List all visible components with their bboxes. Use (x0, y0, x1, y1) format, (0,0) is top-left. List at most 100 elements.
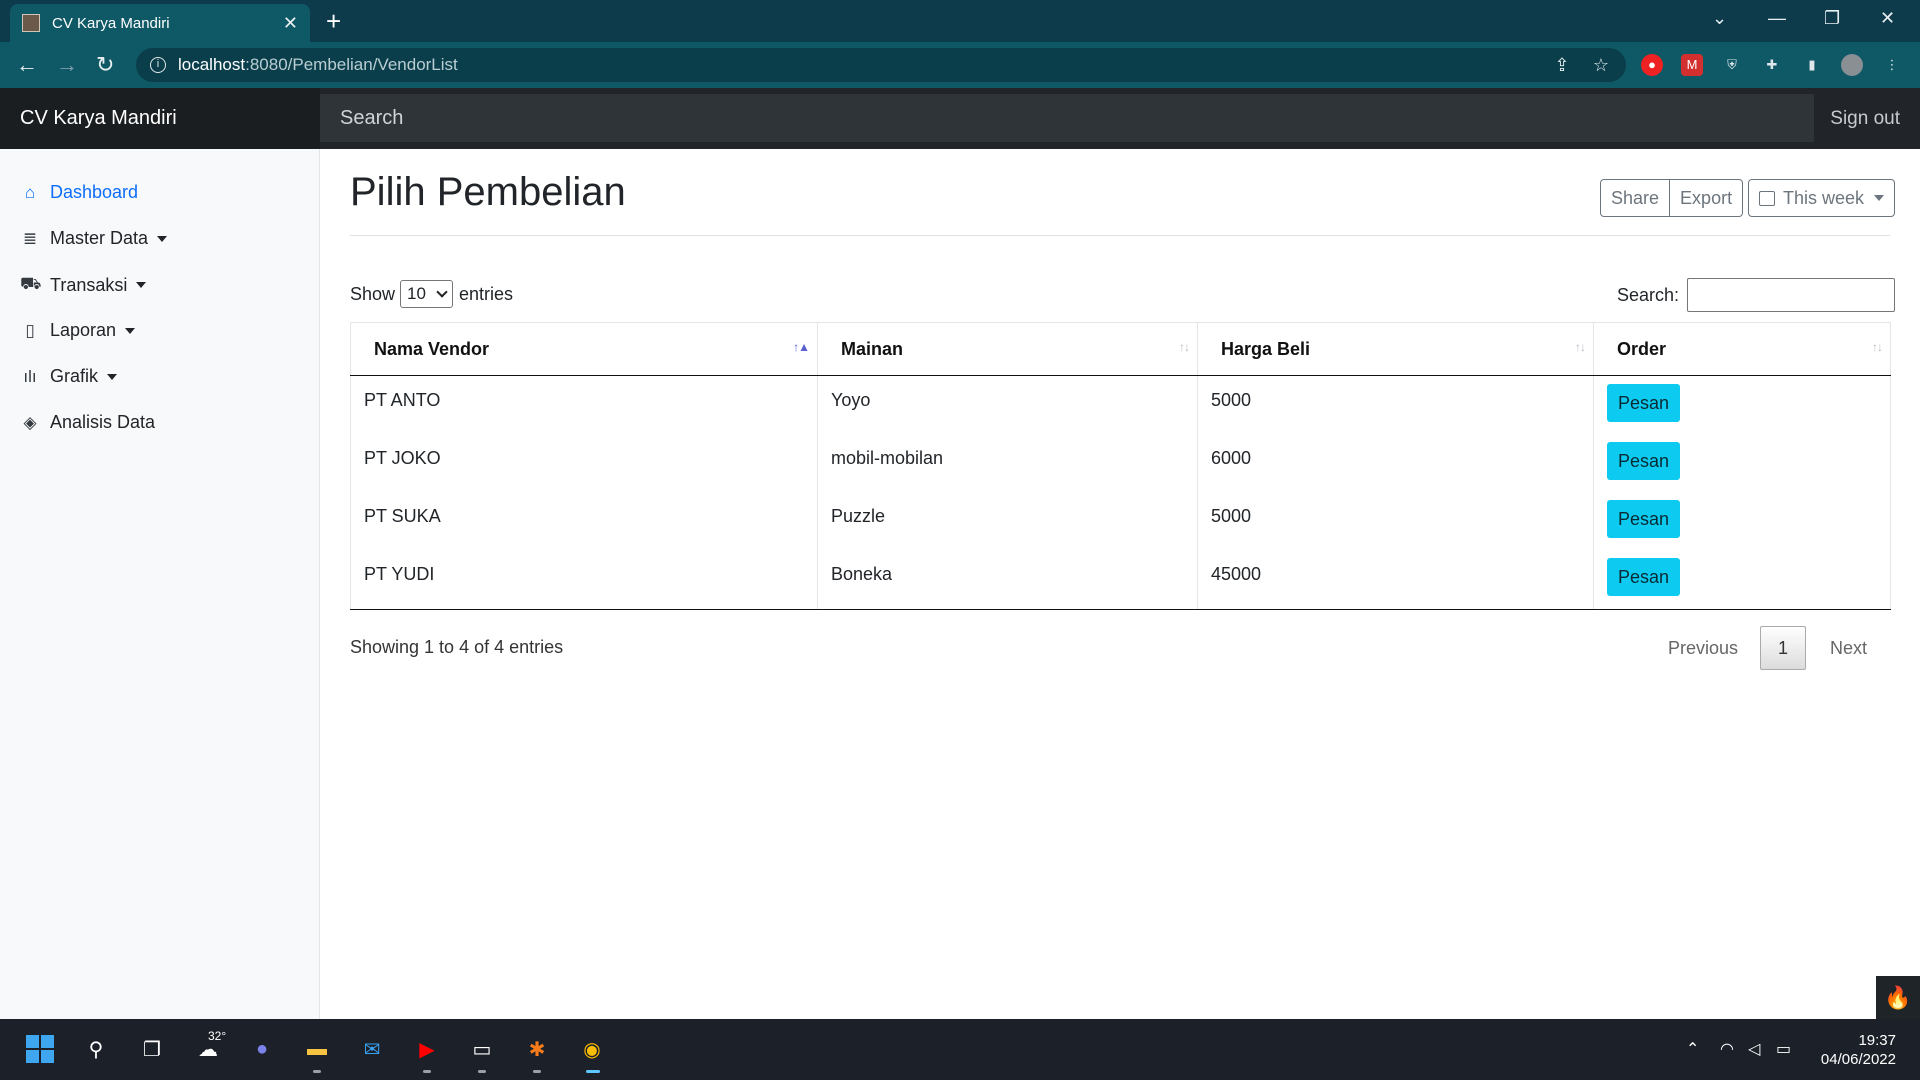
address-bar[interactable]: i localhost:8080/Pembelian/VendorList (136, 48, 1626, 82)
cell-vendor: PT JOKO (350, 433, 818, 492)
page-title: Pilih Pembelian (350, 170, 626, 214)
cell-harga: 5000 (1197, 375, 1594, 434)
chrome-icon[interactable]: ◉ (576, 1033, 608, 1065)
url-host: localhost (178, 55, 246, 74)
back-icon[interactable]: ← (16, 52, 38, 78)
wifi-icon[interactable]: ◠ (1720, 1039, 1734, 1059)
table-search-input[interactable] (1687, 278, 1896, 312)
extensions-puzzle-icon[interactable]: ✚ (1761, 54, 1783, 76)
sidebar-item-analisis-data[interactable]: ◈ Analisis Data (20, 412, 155, 433)
caret-down-icon (1874, 195, 1885, 201)
cell-mainan: Yoyo (817, 375, 1198, 434)
share-export-group: Share Export (1600, 179, 1744, 217)
xampp-icon[interactable]: ✱ (521, 1033, 553, 1065)
debug-toolbar-flame-icon[interactable]: 🔥 (1876, 976, 1920, 1020)
search-icon[interactable]: ⚲ (80, 1033, 112, 1065)
navbar-search-input[interactable]: Search (320, 94, 1814, 142)
forward-icon[interactable]: → (56, 52, 78, 78)
cell-harga: 6000 (1197, 433, 1594, 492)
youtube-icon[interactable]: ▶ (411, 1033, 443, 1065)
column-header-label: Nama Vendor (374, 338, 490, 359)
clock-time: 19:37 (1858, 1032, 1896, 1049)
system-clock[interactable]: 19:37 04/06/2022 (1821, 1031, 1896, 1069)
extension-red-icon[interactable]: ● (1641, 54, 1663, 76)
table-row: PT YUDI Boneka 45000 Pesan (350, 549, 1891, 610)
side-panel-icon[interactable]: ▮ (1801, 54, 1823, 76)
clipboard-icon: ▯ (25, 320, 35, 340)
site-info-icon[interactable]: i (150, 57, 166, 73)
task-view-icon[interactable]: ❐ (136, 1033, 168, 1065)
menu-dots-icon[interactable]: ⋮ (1881, 54, 1903, 76)
running-indicator (533, 1070, 541, 1073)
share-page-icon[interactable]: ⇪ (1551, 54, 1573, 76)
reload-icon[interactable]: ↻ (96, 52, 114, 78)
battery-icon[interactable]: ▭ (1776, 1039, 1791, 1059)
chevron-up-icon[interactable]: ⌃ (1686, 1039, 1699, 1059)
new-tab-button[interactable]: + (326, 6, 341, 36)
caret-down-icon (136, 282, 147, 288)
show-label: Show (350, 283, 396, 304)
sidebar-item-master-data[interactable]: ≣ Master Data (20, 228, 168, 249)
active-indicator (586, 1070, 600, 1073)
cell-harga: 45000 (1197, 549, 1594, 610)
pesan-button[interactable]: Pesan (1607, 499, 1681, 538)
brand[interactable]: CV Karya Mandiri (0, 88, 320, 149)
sign-out-link[interactable]: Sign out (1830, 88, 1900, 149)
table-row: PT SUKA Puzzle 5000 Pesan (350, 491, 1891, 550)
browser-tab[interactable]: CV Karya Mandiri ✕ (10, 4, 310, 42)
sidebar-item-laporan[interactable]: ▯ Laporan (20, 320, 136, 341)
sort-icon: ↑↓ (1872, 340, 1883, 354)
column-header-order[interactable]: Order ↑↓ (1593, 322, 1891, 376)
sidebar-item-label: Transaksi (50, 274, 128, 295)
mail-icon[interactable]: ✉ (356, 1033, 388, 1065)
entries-label: entries (458, 283, 513, 304)
sidebar-item-label: Dashboard (50, 182, 139, 202)
table-info: Showing 1 to 4 of 4 entries (350, 637, 564, 657)
share-button[interactable]: Share (1600, 179, 1671, 217)
chevron-down-icon (436, 285, 448, 298)
pesan-button[interactable]: Pesan (1607, 557, 1681, 596)
windows-start-icon[interactable] (24, 1033, 56, 1065)
terminal-icon[interactable]: ▭ (466, 1033, 498, 1065)
bookmark-star-icon[interactable]: ☆ (1590, 54, 1612, 76)
tab-search-icon[interactable]: ⌄ (1712, 8, 1727, 29)
page-button[interactable]: 1 (1760, 626, 1807, 670)
period-label: This week (1783, 188, 1865, 208)
period-dropdown[interactable]: This week (1748, 179, 1896, 217)
sidebar-item-grafik[interactable]: ılı Grafik (20, 366, 118, 387)
column-header-harga-beli[interactable]: Harga Beli ↑↓ (1197, 322, 1594, 376)
next-page-button[interactable]: Next (1830, 638, 1867, 659)
pagination: Previous 1 Next (1668, 626, 1867, 670)
pesan-button[interactable]: Pesan (1607, 384, 1681, 422)
table-search: Search: (1617, 278, 1896, 312)
sidebar-item-transaksi[interactable]: ⛟ Transaksi (20, 274, 147, 296)
clock-date: 04/06/2022 (1820, 1051, 1896, 1068)
cell-vendor: PT SUKA (350, 491, 818, 550)
table-row: PT ANTO Yoyo 5000 Pesan (350, 375, 1891, 434)
minimize-button[interactable]: — (1768, 8, 1786, 29)
taskbar: ⚲ ❐ ☁ 32° ● ▬ ✉ ▶ ▭ ✱ ◉ ⌃ ◠ ◁ ▭ 19:37 04… (0, 1019, 1920, 1080)
chat-icon[interactable]: ● (246, 1033, 278, 1065)
cell-order: Pesan (1593, 491, 1891, 550)
file-explorer-icon[interactable]: ▬ (301, 1033, 333, 1065)
column-header-nama-vendor[interactable]: Nama Vendor ↑▲ (350, 322, 818, 376)
entries-select[interactable]: 10 (400, 280, 453, 308)
volume-icon[interactable]: ◁ (1748, 1039, 1760, 1059)
database-icon: ≣ (22, 228, 38, 248)
cell-vendor: PT ANTO (350, 375, 818, 434)
pesan-button[interactable]: Pesan (1607, 441, 1681, 480)
vendor-table: Nama Vendor ↑▲ Mainan ↑↓ Harga Beli ↑↓ O… (350, 322, 1891, 610)
close-window-button[interactable]: ✕ (1880, 8, 1895, 29)
export-button[interactable]: Export (1670, 179, 1744, 217)
profile-avatar-icon[interactable] (1841, 54, 1863, 76)
restore-button[interactable]: ❐ (1824, 8, 1840, 29)
extension-m-icon[interactable]: M (1681, 54, 1703, 76)
close-tab-icon[interactable]: ✕ (283, 13, 298, 34)
sidebar-item-dashboard[interactable]: ⌂ Dashboard (20, 182, 138, 203)
previous-page-button[interactable]: Previous (1668, 638, 1738, 659)
cart-icon: ⛟ (20, 274, 42, 293)
extension-shield-icon[interactable]: ⛨ (1721, 54, 1743, 76)
column-header-mainan[interactable]: Mainan ↑↓ (817, 322, 1198, 376)
cell-vendor: PT YUDI (350, 549, 818, 610)
cell-mainan: Boneka (817, 549, 1198, 610)
